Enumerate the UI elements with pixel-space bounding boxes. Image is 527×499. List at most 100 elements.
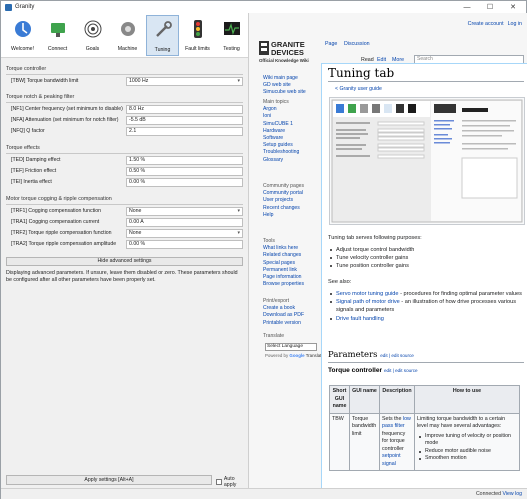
create-account-link[interactable]: Create account [468, 21, 504, 27]
nf1-input[interactable]: 8.0 Hz [126, 105, 243, 114]
tab-discussion[interactable]: Discussion [344, 41, 370, 47]
tbw-select[interactable]: 1000 Hz [126, 77, 243, 86]
hide-advanced-button[interactable]: Hide advanced settings [6, 257, 243, 266]
see-also-list: Servo motor tuning guide - procedures fo… [328, 290, 524, 323]
powered-by: Powered by Google Translate [265, 353, 324, 358]
column-header: GUI name [349, 385, 380, 414]
toolbar-label: Fault limits [185, 46, 210, 52]
parameters-heading-text: Parameters [328, 350, 378, 360]
param-label: [TED] Damping effect [11, 157, 61, 163]
minimize-button[interactable]: — [456, 1, 478, 13]
param-label: [NFA] Attenuation (set minimum for notch… [11, 117, 119, 123]
toolbar-label: Machine [117, 46, 138, 52]
app-icon [5, 3, 12, 11]
servo-tuning-guide-link[interactable]: Servo motor tuning guide [336, 291, 399, 297]
nav-link[interactable]: SimuCUBE 1 [263, 121, 299, 128]
param-row: [TRA2] Torque ripple compensation amplit… [11, 240, 243, 249]
nav-link[interactable]: Help [263, 212, 304, 219]
wiki-content: Tuning tab < Granity user guide Tuning t… [321, 63, 527, 488]
nav-link[interactable]: Ioni [263, 113, 299, 120]
nav-link[interactable]: Wiki main page [263, 75, 306, 82]
tab-page[interactable]: Page [325, 41, 337, 47]
toolbar-fault-limits[interactable]: Fault limits [181, 15, 214, 56]
heading-underline [328, 362, 524, 363]
log-in-link[interactable]: Log in [508, 21, 522, 27]
parameters-edit-link[interactable]: edit | edit source [380, 353, 414, 358]
parameters-heading: Parameters edit | edit source [328, 350, 414, 360]
nav-link[interactable]: User projects [263, 197, 304, 204]
param-row: [NFQ] Q factor 2.1 [11, 127, 243, 136]
setpoint-signal-link[interactable]: setpoint signal [382, 453, 401, 467]
divider [6, 204, 243, 205]
trf2-select[interactable]: None [126, 229, 243, 238]
tra2-input[interactable]: 0.00 % [126, 240, 243, 249]
section-cogging: Motor torque cogging & ripple compensati… [6, 196, 112, 202]
tei-input[interactable]: 0.00 % [126, 178, 243, 187]
nav-main: Wiki main page GD web site Simucube web … [263, 75, 306, 97]
toolbar-welcome[interactable]: Welcome! [6, 15, 39, 56]
nav-link[interactable]: Permanent link [263, 267, 304, 274]
param-row: [TRA1] Cogging compensation current 0.00… [11, 218, 243, 227]
auto-apply-checkbox[interactable]: Auto apply [216, 476, 248, 488]
nav-link[interactable]: Special pages [263, 260, 304, 267]
drive-fault-handling-link[interactable]: Drive fault handling [336, 316, 384, 322]
param-label: [TRA2] Torque ripple compensation amplit… [11, 241, 117, 247]
nav-link[interactable]: Browse properties [263, 281, 304, 288]
nav-link[interactable]: Argon [263, 106, 299, 113]
param-row: [TEI] Inertia effect 0.00 % [11, 178, 243, 187]
title-underline [328, 81, 524, 82]
tef-input[interactable]: 0.50 % [126, 167, 243, 176]
checkbox-box[interactable] [216, 479, 222, 485]
cell-how-to-use: Limiting torque bandwidth to a certain l… [414, 412, 520, 471]
nav-link[interactable]: Page information [263, 274, 304, 281]
signal-path-link[interactable]: Signal path of motor drive [336, 299, 400, 305]
status-right: Connected View log [476, 491, 522, 497]
list-item: Signal path of motor drive - an illustra… [328, 298, 524, 314]
param-label: [TEF] Friction effect [11, 168, 57, 174]
toolbar-machine[interactable]: Machine [111, 15, 144, 56]
nav-link[interactable]: Download as PDF [263, 312, 304, 319]
torque-edit-link[interactable]: edit | edit source [384, 368, 418, 373]
toolbar-connect[interactable]: Connect [41, 15, 74, 56]
nav-link[interactable]: Recent changes [263, 205, 304, 212]
column-header: Description [379, 385, 415, 414]
purpose-list: Adjust torque control bandwidth Tune vel… [328, 246, 414, 271]
nav-link[interactable]: Related changes [263, 252, 304, 259]
cell-short-name: TBW [329, 412, 350, 471]
nfq-input[interactable]: 2.1 [126, 127, 243, 136]
apply-settings-button[interactable]: Apply settings [Alt+A] [6, 475, 212, 485]
back-link[interactable]: < Granity user guide [335, 86, 382, 92]
param-row: [TED] Damping effect 1.50 % [11, 156, 243, 165]
list-item: Tune position controller gains [328, 262, 414, 270]
nfa-input[interactable]: -5.5 dB [126, 116, 243, 125]
tra1-input[interactable]: 0.00 A [126, 218, 243, 227]
toolbar-testing[interactable]: Testing [215, 15, 248, 56]
column-header: How to use [414, 385, 520, 414]
toolbar-goals[interactable]: Goals [76, 15, 109, 56]
nav-heading: Print/export [263, 298, 290, 304]
toolbar-tuning[interactable]: Tuning [146, 15, 179, 56]
nav-link[interactable]: Hardware [263, 128, 299, 135]
desc-text: Sets the [382, 415, 403, 422]
nav-link[interactable]: Simucube web site [263, 89, 306, 96]
param-row: [TEF] Friction effect 0.50 % [11, 167, 243, 176]
nav-link[interactable]: Software [263, 135, 299, 142]
parameter-table: Short GUI name GUI name Description How … [329, 385, 520, 471]
screenshot-thumbnail[interactable] [329, 97, 525, 225]
param-label: [NF1] Center frequency (set minimum to d… [11, 106, 123, 112]
close-button[interactable]: ✕ [502, 1, 524, 13]
nav-link[interactable]: Setup guides [263, 142, 299, 149]
nav-link[interactable]: GD web site [263, 82, 306, 89]
nav-link[interactable]: Community portal [263, 190, 304, 197]
trf1-select[interactable]: None [126, 207, 243, 216]
nav-link[interactable]: Glossary [263, 157, 299, 164]
nav-link[interactable]: What links here [263, 245, 304, 252]
language-select[interactable]: Select Language [265, 343, 317, 351]
ted-input[interactable]: 1.50 % [126, 156, 243, 165]
nav-link[interactable]: Printable version [263, 320, 304, 327]
granite-devices-logo[interactable]: GRANITE DEVICES Official Knowledge Wiki [259, 39, 319, 67]
nav-link[interactable]: Create a book [263, 305, 304, 312]
nav-link[interactable]: Troubleshooting [263, 149, 299, 156]
view-log-link[interactable]: View log [502, 491, 522, 497]
maximize-button[interactable]: ☐ [479, 1, 501, 13]
